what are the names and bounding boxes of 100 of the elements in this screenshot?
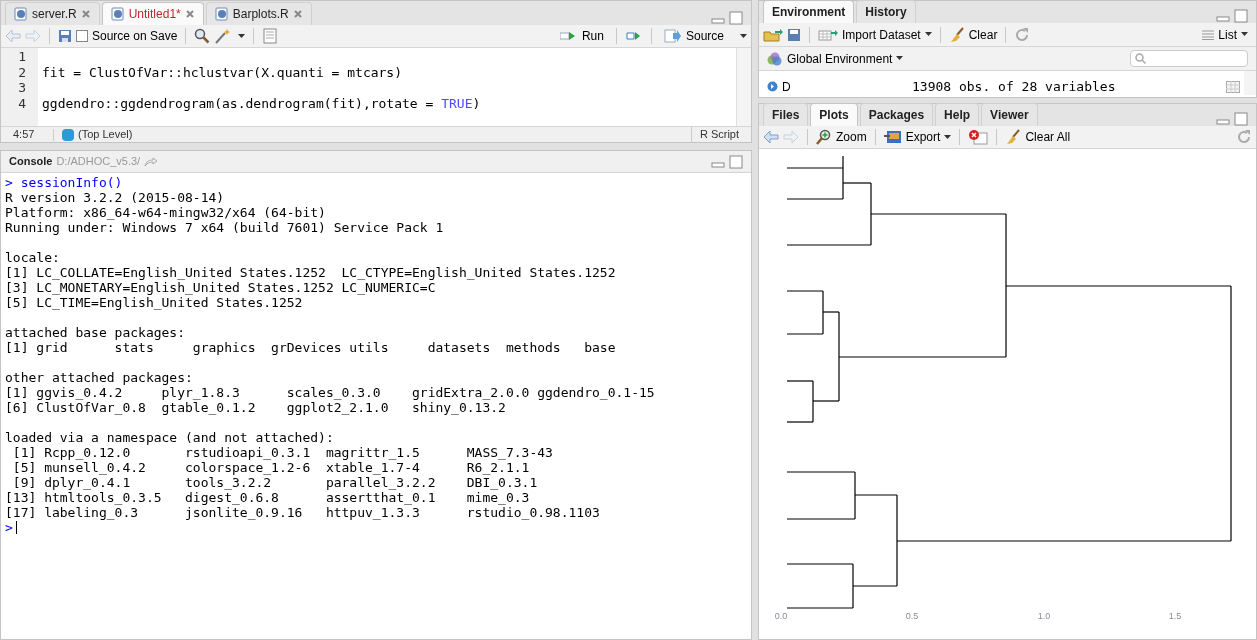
axis-tick-label: 0.5 bbox=[905, 611, 919, 621]
axis-tick-label: 0.0 bbox=[774, 611, 788, 621]
console-output-text: attached base packages: bbox=[5, 325, 185, 340]
console-output-text: [1] ggvis_0.4.2 plyr_1.8.3 scales_0.3.0 gridExtra_2.0.0 ggdendro_0.1-15 bbox=[5, 385, 655, 400]
variable-value: 13908 obs. of 28 variables bbox=[912, 77, 1116, 96]
console-command-text: > sessionInfo() bbox=[5, 175, 123, 190]
source-arrow-icon bbox=[663, 29, 682, 43]
run-button[interactable]: Run bbox=[555, 27, 608, 45]
clear-button[interactable]: Clear bbox=[948, 25, 998, 44]
caret-icon bbox=[924, 32, 932, 37]
console-output-text: other attached packages: bbox=[5, 370, 193, 385]
file-type-selector[interactable]: R Script bbox=[690, 126, 751, 143]
zoom-button[interactable]: Zoom bbox=[816, 128, 867, 146]
cursor-position: 4:57 bbox=[12, 127, 36, 143]
export-image-icon bbox=[883, 130, 902, 144]
console-output-text: Running under: Windows 7 x64 (build 7601) Service Pack 1 bbox=[5, 220, 444, 235]
caret-icon bbox=[944, 134, 952, 140]
code-text: fit = ClustOfVar::hclustvar(X.quanti = mtcars) bbox=[42, 64, 403, 80]
environment-icon bbox=[767, 51, 783, 66]
export-button[interactable]: Export bbox=[883, 128, 952, 146]
save-icon[interactable] bbox=[58, 29, 72, 43]
axis-tick-label: 1.0 bbox=[1037, 611, 1051, 621]
list-icon bbox=[1202, 29, 1215, 40]
console-output-text: loaded via a namespace (and not attached): bbox=[5, 430, 334, 445]
r-file-icon bbox=[110, 7, 125, 21]
maximize-icon[interactable] bbox=[729, 154, 743, 169]
back-arrow-icon[interactable] bbox=[5, 29, 21, 43]
caret-icon bbox=[896, 56, 904, 61]
source-on-save-checkbox[interactable]: Source on Save bbox=[76, 27, 178, 45]
console-output-text: [9] dplyr_0.4.1 tools_3.2.2 parallel_3.2.2 DBI_0.3.1 bbox=[11, 475, 538, 490]
text-cursor bbox=[15, 521, 17, 534]
code-text: ) bbox=[472, 95, 481, 111]
console-output-text: [1] Rcpp_0.12.0 rstudioapi_0.3.1 magrittr_1.5 MASS_7.3-43 bbox=[11, 445, 553, 460]
line-number: 2 bbox=[18, 64, 26, 80]
close-icon[interactable] bbox=[80, 9, 91, 19]
search-field[interactable] bbox=[1130, 50, 1248, 67]
view-mode-button[interactable]: List bbox=[1202, 25, 1252, 44]
working-directory: D:/ADHOC_v5.3/ bbox=[56, 154, 141, 170]
remove-plot-icon[interactable] bbox=[968, 129, 989, 145]
pane-tab[interactable]: History bbox=[856, 0, 916, 23]
pane-tab[interactable]: Help bbox=[935, 103, 980, 126]
refresh-icon[interactable] bbox=[1014, 26, 1031, 43]
caret-icon bbox=[1241, 32, 1248, 37]
close-icon[interactable] bbox=[184, 9, 195, 19]
console-output-text: [3] LC_MONETARY=English_United States.1252 LC_NUMERIC=C bbox=[5, 280, 436, 295]
refresh-icon[interactable] bbox=[1236, 129, 1252, 145]
scrollbar[interactable] bbox=[736, 48, 751, 126]
function-icon bbox=[62, 128, 74, 141]
console-output-text: [17] labeling_0.3 jsonlite_0.9.16 httpuv_1.3.3 rstudio_0.98.1103 bbox=[5, 505, 600, 520]
console-output-text: R version 3.2.2 (2015-08-14) bbox=[5, 190, 225, 205]
import-dataset-button[interactable]: Import Dataset bbox=[818, 25, 932, 44]
document-icon[interactable] bbox=[262, 28, 279, 44]
code-constant: TRUE bbox=[441, 95, 473, 111]
pane-tab[interactable]: Plots bbox=[810, 103, 858, 126]
search-icon bbox=[1135, 53, 1146, 64]
editor-tab[interactable]: Untitled1* bbox=[101, 2, 204, 25]
console-output-text: [5] LC_TIME=English_United States.1252 bbox=[5, 295, 303, 310]
table-import-icon bbox=[818, 28, 838, 41]
clear-all-button[interactable]: Clear All bbox=[1005, 128, 1071, 146]
forward-arrow-icon[interactable] bbox=[783, 130, 799, 144]
editor-tab[interactable]: Barplots.R bbox=[205, 2, 312, 25]
maximize-icon[interactable] bbox=[1234, 9, 1248, 23]
back-arrow-icon[interactable] bbox=[763, 130, 779, 144]
variable-name: D bbox=[782, 78, 792, 96]
go-to-directory-icon[interactable] bbox=[144, 156, 159, 167]
open-folder-icon[interactable] bbox=[763, 27, 783, 42]
pane-tab[interactable]: Environment bbox=[763, 0, 855, 23]
pane-tab[interactable]: Packages bbox=[859, 103, 934, 126]
caret-icon bbox=[238, 33, 246, 39]
editor-tab[interactable]: server.R bbox=[5, 2, 100, 25]
pane-tab[interactable]: Files bbox=[763, 103, 809, 126]
broom-icon bbox=[1005, 129, 1022, 145]
zoom-icon bbox=[816, 129, 832, 145]
scrollbar[interactable] bbox=[1244, 71, 1256, 95]
r-file-icon bbox=[214, 7, 229, 21]
console-prompt: > bbox=[5, 520, 13, 535]
line-number: 1 bbox=[18, 49, 26, 65]
source-button[interactable]: Source bbox=[659, 27, 728, 45]
maximize-icon[interactable] bbox=[729, 11, 743, 25]
close-icon[interactable] bbox=[292, 9, 303, 19]
forward-arrow-icon[interactable] bbox=[25, 29, 41, 43]
expand-icon[interactable] bbox=[767, 81, 778, 92]
console-output-text: [1] LC_COLLATE=English_United States.1252 LC_CTYPE=English_United States.1252 bbox=[5, 265, 616, 280]
pane-tab[interactable]: Viewer bbox=[981, 103, 1038, 126]
console-output-text: [5] munsell_0.4.2 colorspace_1.2-6 xtable_1.7-4 R6_2.1.1 bbox=[11, 460, 530, 475]
console-output-text: [13] htmltools_0.3.5 digest_0.6.8 assertthat_0.1 mime_0.3 bbox=[5, 490, 530, 505]
table-icon[interactable] bbox=[1226, 80, 1240, 93]
maximize-icon[interactable] bbox=[1234, 112, 1248, 126]
axis-tick-label: 1.5 bbox=[1168, 611, 1182, 621]
r-file-icon bbox=[14, 7, 28, 21]
code-text: ggdendro::ggdendrogram(as.dendrogram(fit),rotate = bbox=[42, 95, 435, 111]
line-number: 3 bbox=[18, 80, 26, 96]
console-output-text: [1] grid stats graphics grDevices utils datasets methods base bbox=[5, 340, 616, 355]
search-icon[interactable] bbox=[194, 28, 211, 44]
save-icon[interactable] bbox=[787, 27, 801, 42]
line-number: 4 bbox=[18, 95, 26, 111]
caret-icon bbox=[740, 33, 747, 39]
console-output-text: locale: bbox=[5, 250, 60, 265]
broom-icon bbox=[948, 26, 965, 43]
scope-selector[interactable]: (Top Level) bbox=[54, 126, 133, 143]
